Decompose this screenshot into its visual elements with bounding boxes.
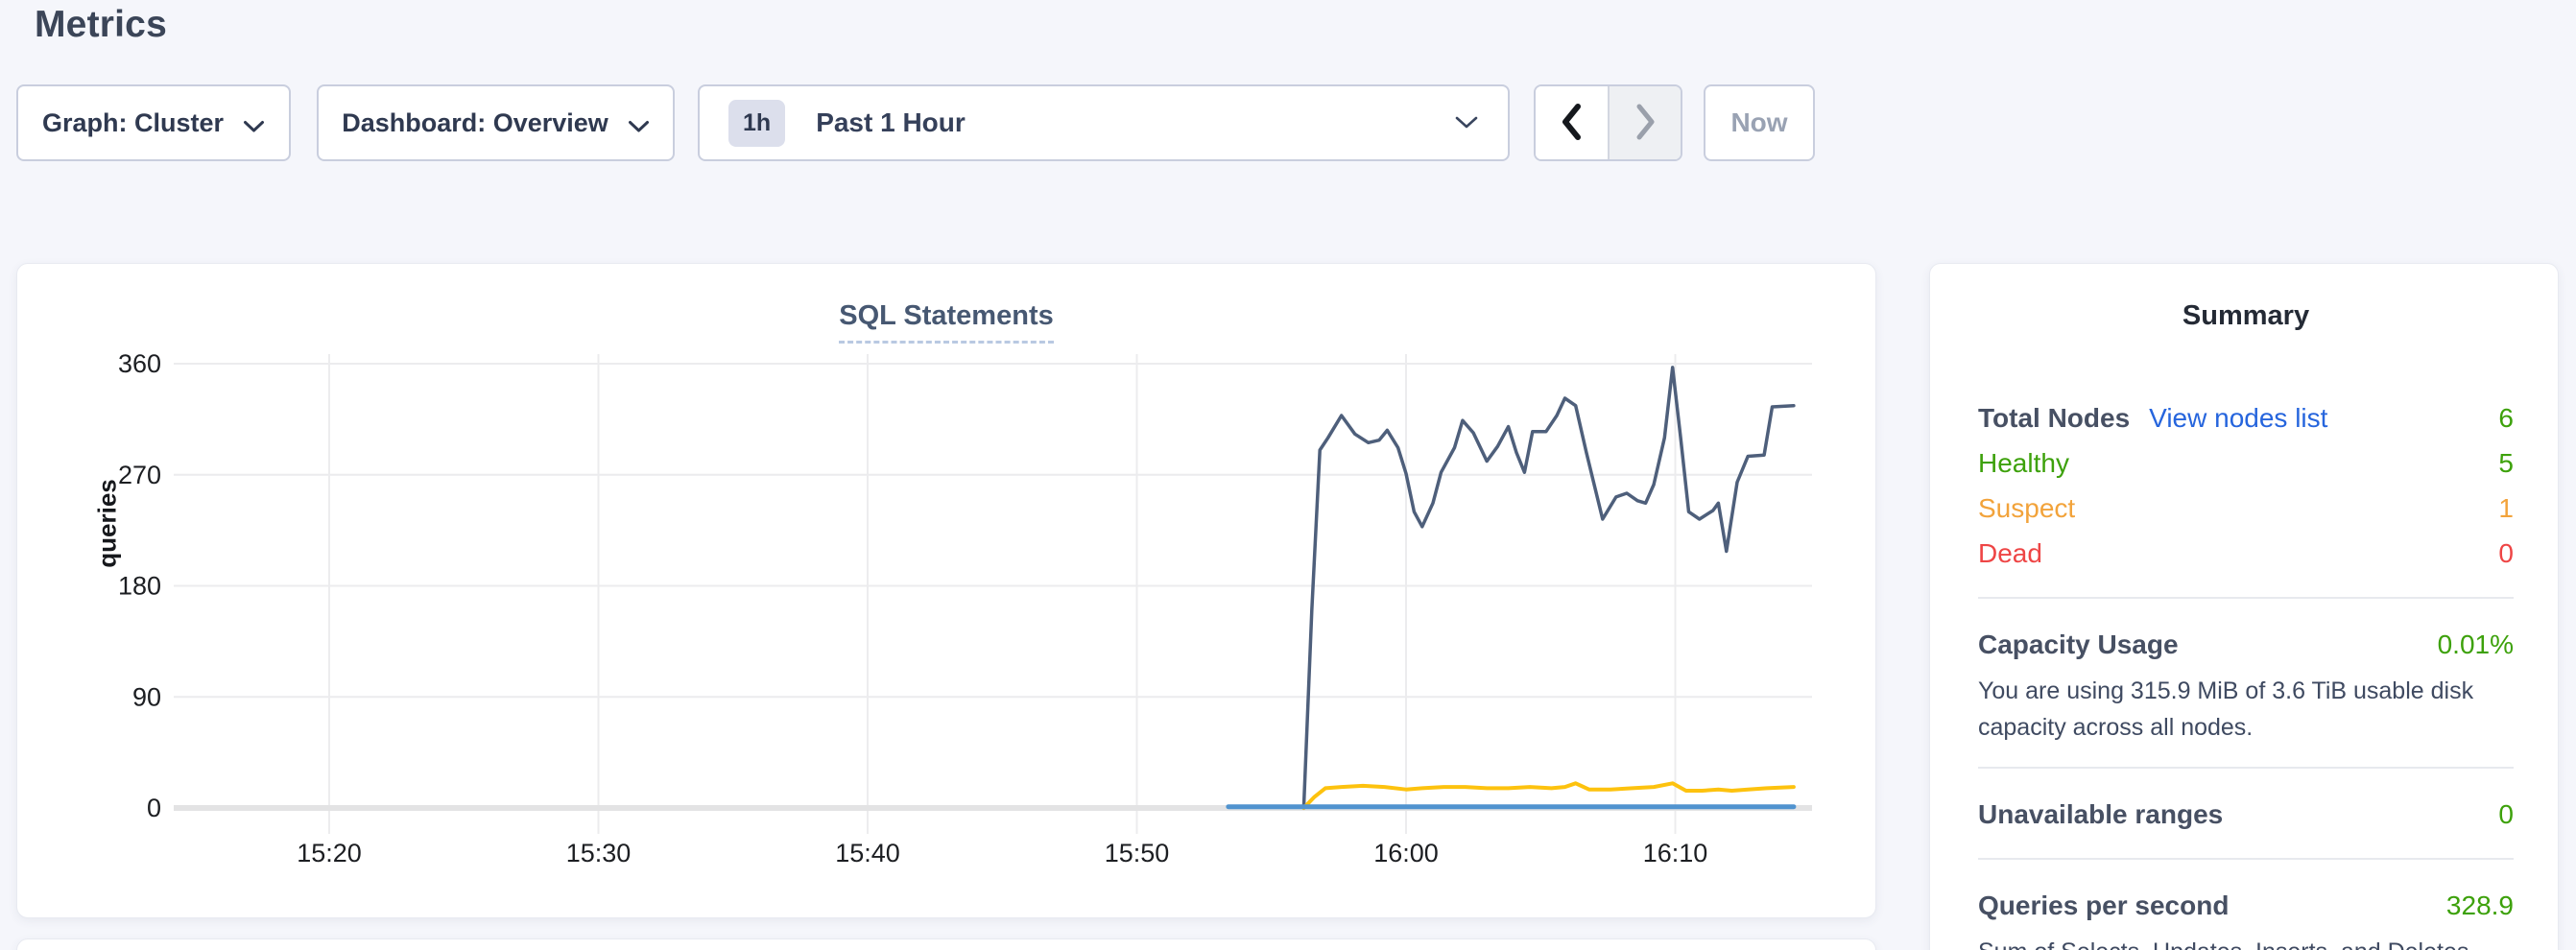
svg-text:0: 0: [147, 794, 161, 822]
capacity-usage-description: You are using 315.9 MiB of 3.6 TiB usabl…: [1978, 673, 2514, 746]
capacity-usage-value: 0.01%: [2438, 629, 2514, 660]
dashboard-dropdown[interactable]: Dashboard: Overview: [317, 84, 675, 161]
queries-per-second-label: Queries per second: [1978, 891, 2229, 921]
dead-label: Dead: [1978, 538, 2042, 569]
graph-dropdown[interactable]: Graph: Cluster: [16, 84, 291, 161]
graph-dropdown-label: Graph: Cluster: [42, 108, 224, 138]
svg-text:90: 90: [132, 682, 161, 711]
queries-per-second-description: Sum of Selects, Updates, Inserts, and De…: [1978, 934, 2514, 950]
now-button[interactable]: Now: [1704, 84, 1815, 161]
next-chart-panel: [16, 938, 1876, 950]
svg-text:15:40: 15:40: [835, 839, 900, 867]
capacity-usage-label: Capacity Usage: [1978, 629, 2179, 660]
next-range-button[interactable]: [1608, 86, 1682, 159]
svg-text:270: 270: [118, 461, 161, 489]
queries-per-second-value: 328.9: [2446, 891, 2514, 921]
chevron-down-icon: [1454, 115, 1479, 134]
dead-nodes-row: Dead 0: [1978, 531, 2514, 576]
svg-text:180: 180: [118, 572, 161, 601]
svg-text:16:10: 16:10: [1643, 839, 1708, 867]
queries-per-second-row: Queries per second 328.9: [1978, 883, 2514, 928]
capacity-usage-row: Capacity Usage 0.01%: [1978, 622, 2514, 667]
time-range-picker[interactable]: 1h Past 1 Hour: [698, 84, 1510, 161]
svg-text:15:50: 15:50: [1105, 839, 1170, 867]
unavailable-ranges-label: Unavailable ranges: [1978, 799, 2223, 830]
chevron-left-icon: [1558, 102, 1585, 145]
sql-statements-panel: SQL Statements queries 15:2015:3015:4015…: [16, 263, 1876, 918]
healthy-nodes-row: Healthy 5: [1978, 440, 2514, 486]
time-range-badge: 1h: [728, 100, 785, 147]
controls-bar: Graph: Cluster Dashboard: Overview 1h Pa…: [16, 84, 1815, 161]
prev-range-button[interactable]: [1536, 86, 1608, 159]
summary-panel: Summary Total Nodes View nodes list 6 He…: [1929, 263, 2559, 950]
page-title: Metrics: [35, 4, 167, 46]
divider: [1978, 858, 2514, 860]
suspect-nodes-row: Suspect 1: [1978, 486, 2514, 531]
suspect-value: 1: [2498, 493, 2514, 524]
unavailable-ranges-row: Unavailable ranges 0: [1978, 792, 2514, 837]
suspect-label: Suspect: [1978, 493, 2075, 524]
healthy-value: 5: [2498, 448, 2514, 479]
svg-text:360: 360: [118, 349, 161, 378]
unavailable-ranges-value: 0: [2498, 799, 2514, 830]
svg-text:15:30: 15:30: [566, 839, 632, 867]
total-nodes-row: Total Nodes View nodes list 6: [1978, 395, 2514, 440]
node-status-list: Total Nodes View nodes list 6 Healthy 5 …: [1978, 395, 2514, 576]
svg-text:15:20: 15:20: [297, 839, 362, 867]
total-nodes-label: Total Nodes: [1978, 403, 2130, 434]
chevron-right-icon: [1632, 102, 1658, 145]
time-range-nav: [1534, 84, 1682, 161]
dead-value: 0: [2498, 538, 2514, 569]
total-nodes-value: 6: [2498, 403, 2514, 434]
healthy-label: Healthy: [1978, 448, 2069, 479]
dashboard-dropdown-label: Dashboard: Overview: [342, 108, 608, 138]
sql-statements-chart[interactable]: 15:20 15:30 15:40 15:50 16:00 16:10 0 90 180 270 3…: [17, 327, 1877, 903]
summary-title: Summary: [1978, 264, 2514, 332]
time-range-label: Past 1 Hour: [816, 107, 966, 138]
divider: [1978, 597, 2514, 599]
metrics-page: Metrics Graph: Cluster Dashboard: Overvi…: [0, 0, 2576, 950]
chevron-down-icon: [243, 110, 265, 140]
divider: [1978, 767, 2514, 769]
chevron-down-icon: [628, 110, 650, 140]
view-nodes-list-link[interactable]: View nodes list: [2149, 403, 2327, 434]
svg-text:16:00: 16:00: [1373, 839, 1439, 867]
